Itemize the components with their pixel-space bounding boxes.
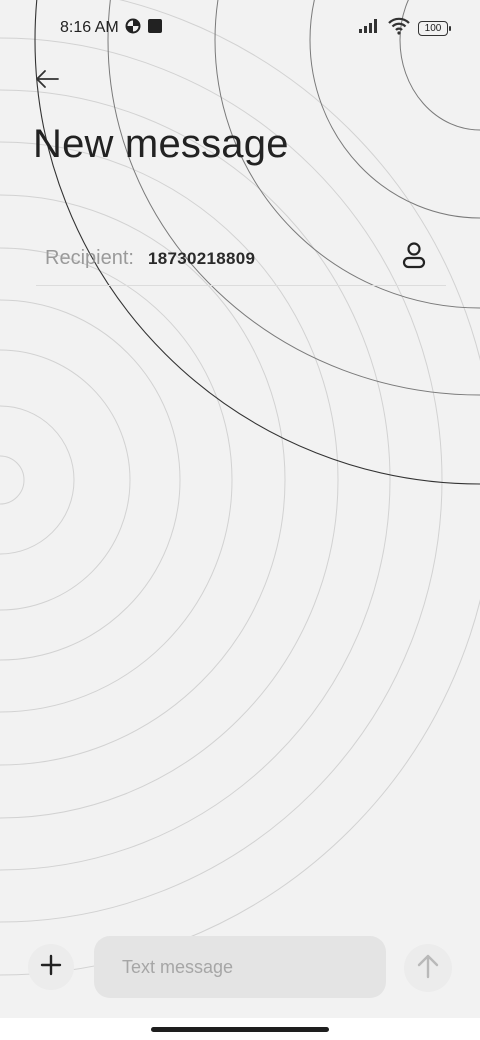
- status-time: 8:16 AM: [60, 19, 119, 36]
- data-saver-icon: [125, 18, 141, 39]
- battery-icon: 100: [418, 20, 451, 36]
- back-arrow-icon: [34, 68, 60, 95]
- signal-icon: [358, 18, 380, 39]
- recipient-value[interactable]: 18730218809: [148, 249, 255, 269]
- recipient-field[interactable]: Recipient: 18730218809: [36, 232, 446, 286]
- send-arrow-icon: [416, 953, 440, 984]
- recipient-label: Recipient:: [45, 247, 134, 269]
- status-left: 8:16 AM: [60, 18, 163, 39]
- send-button[interactable]: [404, 944, 452, 992]
- attach-button[interactable]: [28, 944, 74, 990]
- wifi-icon: [388, 17, 410, 40]
- contact-picker-button[interactable]: [398, 241, 430, 273]
- status-right: 100: [358, 17, 451, 40]
- plus-icon: [40, 954, 62, 981]
- gesture-nav-area: [0, 1018, 480, 1040]
- home-indicator[interactable]: [151, 1027, 329, 1032]
- page-title: New message: [33, 122, 289, 166]
- back-button[interactable]: [30, 64, 64, 98]
- message-input[interactable]: [94, 936, 386, 998]
- status-bar: 8:16 AM 100: [0, 0, 480, 56]
- message-composer: [0, 930, 480, 1006]
- person-icon: [401, 241, 427, 274]
- square-notification-icon: [147, 18, 163, 39]
